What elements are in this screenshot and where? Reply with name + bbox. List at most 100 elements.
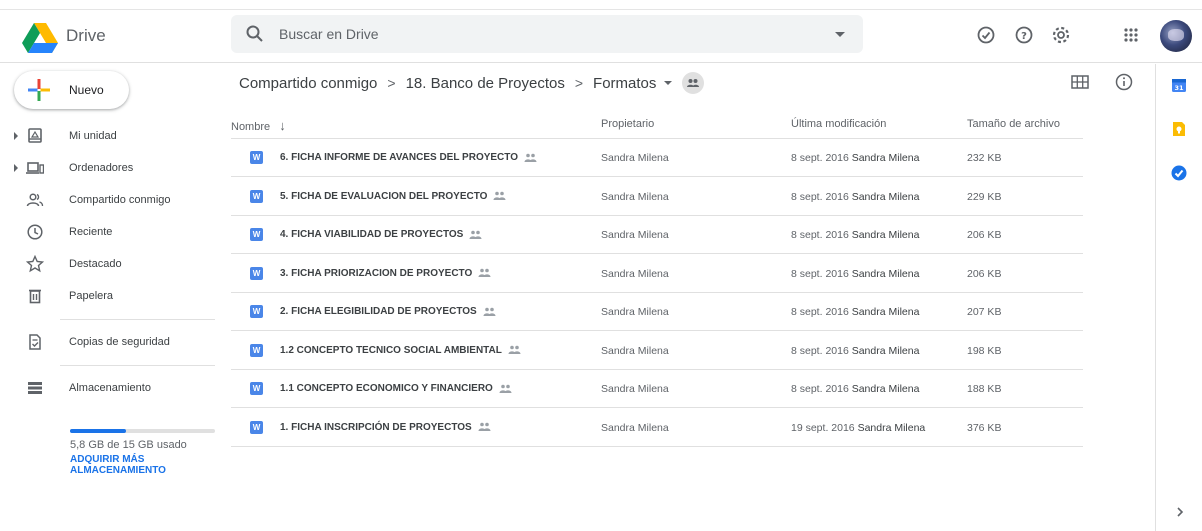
breadcrumb-item-formatos[interactable]: Formatos [593,75,656,92]
plus-icon [28,79,50,101]
modified-by: Sandra Milena [851,229,920,241]
file-size: 229 KB [967,190,1002,203]
expand-arrow-icon[interactable] [14,132,18,140]
file-modified: 8 sept. 2016 Sandra Milena [791,191,919,203]
column-header-modified[interactable]: Última modificación [791,118,886,130]
folder-menu-chevron-down-icon[interactable] [664,81,673,85]
breadcrumb-item-compartido-conmigo[interactable]: Compartido conmigo [239,75,377,92]
file-name[interactable]: 5. FICHA DE EVALUACION DEL PROYECTO [280,191,506,202]
file-size: 376 KB [967,421,1002,434]
file-size: 188 KB [967,383,1002,395]
sidebar-item-copias-de-seguridad[interactable]: Copias de seguridad [0,327,230,357]
file-size: 198 KB [967,344,1002,357]
modified-by: Sandra Milena [851,383,920,395]
file-name[interactable]: 1.1 CONCEPTO ECONOMICO Y FINANCIERO [280,383,512,394]
search-icon[interactable] [245,24,265,44]
modified-date: 19 sept. 2016 [791,421,855,434]
window-top-strip [0,0,1202,10]
file-name[interactable]: 3. FICHA PRIORIZACION DE PROYECTO [280,268,491,279]
expand-arrow-icon[interactable] [14,164,18,172]
shared-folder-people-icon[interactable] [682,72,705,94]
file-name-text: 3. FICHA PRIORIZACION DE PROYECTO [280,267,473,279]
column-header-size[interactable]: Tamaño de archivo [967,118,1060,130]
grid-view-icon[interactable] [1071,74,1089,90]
file-name[interactable]: 6. FICHA INFORME DE AVANCES DEL PROYECTO [280,152,537,163]
sidebar: Nuevo Mi unidad Ordenadores Compartido c… [0,64,230,531]
word-document-icon: W [250,151,263,164]
buy-more-storage-link[interactable]: ADQUIRIR MÁS ALMACENAMIENTO [70,454,210,476]
shared-people-icon [508,346,521,355]
sidebar-item-label: Almacenamiento [69,382,151,394]
search-bar[interactable] [231,15,863,53]
tasks-icon[interactable] [1170,164,1188,182]
table-row[interactable]: W 6. FICHA INFORME DE AVANCES DEL PROYECT… [231,139,1083,177]
app-name[interactable]: Drive [66,26,106,46]
breadcrumb-separator: > [387,75,396,91]
sidebar-item-papelera[interactable]: Papelera [0,281,230,311]
file-name-text: 1.1 CONCEPTO ECONOMICO Y FINANCIERO [280,383,493,394]
table-row[interactable]: W 1. FICHA INSCRIPCIÓN DE PROYECTOS Sandra… [231,409,1083,447]
sidebar-item-ordenadores[interactable]: Ordenadores [0,153,230,183]
file-size: 207 KB [967,306,1002,318]
file-modified: 8 sept. 2016 Sandra Milena [791,306,919,318]
calendar-icon[interactable]: 31 [1170,76,1188,94]
file-size: 232 KB [967,152,1002,164]
search-input[interactable] [279,15,819,53]
file-name[interactable]: 2. FICHA ELEGIBILIDAD DE PROYECTOS [280,306,496,317]
file-name[interactable]: 1.2 CONCEPTO TECNICO SOCIAL AMBIENTAL [280,345,521,356]
sidebar-item-destacado[interactable]: Destacado [0,249,230,279]
file-owner: Sandra Milena [601,421,669,434]
sidebar-item-reciente[interactable]: Reciente [0,217,230,247]
keep-notes-icon[interactable] [1170,120,1188,138]
modified-date: 8 sept. 2016 [791,229,849,241]
word-document-icon: W [250,228,263,241]
breadcrumb-separator: > [574,75,584,91]
table-row[interactable]: W 2. FICHA ELEGIBILIDAD DE PROYECTOS Sandr… [231,293,1083,331]
apps-grid-icon[interactable] [1120,24,1142,46]
shared-people-icon [499,384,512,393]
column-header-owner[interactable]: Propietario [601,118,654,130]
file-modified: 8 sept. 2016 Sandra Milena [791,383,919,395]
new-button[interactable]: Nuevo [14,71,129,109]
file-owner: Sandra Milena [601,344,669,357]
table-row[interactable]: W 5. FICHA DE EVALUACION DEL PROYECTO Sand… [231,178,1083,216]
table-row[interactable]: W 1.1 CONCEPTO ECONOMICO Y FINANCIERO Sand… [231,370,1083,408]
table-row[interactable]: W 3. FICHA PRIORIZACION DE PROYECTO Sandra… [231,255,1083,293]
modified-date: 8 sept. 2016 [791,152,849,164]
modified-date: 8 sept. 2016 [791,383,849,395]
sidebar-item-almacenamiento[interactable]: Almacenamiento [0,373,230,403]
file-name[interactable]: 1. FICHA INSCRIPCIÓN DE PROYECTOS [280,422,491,433]
sidebar-item-mi-unidad[interactable]: Mi unidad [0,121,230,151]
sort-arrow-down-icon[interactable]: ↓ [279,118,286,133]
help-icon[interactable]: ? [1013,24,1035,46]
sidebar-item-label: Mi unidad [69,130,117,142]
modified-by: Sandra Milena [851,344,920,357]
column-header-name[interactable]: Nombre ↓ [231,118,286,133]
sidebar-item-label: Papelera [69,290,114,302]
storage-usage-fill [70,429,127,433]
sidebar-divider [60,319,215,320]
table-row[interactable]: W 4. FICHA VIABILIDAD DE PROYECTOS Sandra … [231,216,1083,254]
main-content: Compartido conmigo > 18. Banco de Proyec… [231,64,1155,531]
search-options-chevron-down-icon[interactable] [835,32,845,37]
new-button-label: Nuevo [69,83,104,97]
file-owner: Sandra Milena [601,267,669,280]
file-name-text: 2. FICHA ELEGIBILIDAD DE PROYECTOS [280,306,477,317]
info-icon[interactable] [1114,72,1134,92]
file-name[interactable]: 4. FICHA VIABILIDAD DE PROYECTOS [280,229,482,240]
sidebar-item-label: Ordenadores [69,162,134,174]
file-modified: 8 sept. 2016 Sandra Milena [791,345,919,357]
expand-panel-chevron-right-icon[interactable] [1174,506,1186,518]
google-drive-logo-icon[interactable] [22,23,58,53]
storage-usage-bar [70,429,215,433]
account-avatar[interactable] [1160,20,1192,52]
storage-usage-text: 5,8 GB de 15 GB usado [70,439,187,451]
top-header: Drive ? [0,11,1202,63]
file-name-text: 6. FICHA INFORME DE AVANCES DEL PROYECTO [280,152,518,163]
sidebar-item-compartido-conmigo[interactable]: Compartido conmigo [0,185,230,215]
breadcrumb-item-banco-de-proyectos[interactable]: 18. Banco de Proyectos [406,75,565,92]
settings-gear-icon[interactable] [1050,24,1072,46]
drive-folder-icon [28,128,42,143]
table-row[interactable]: W 1.2 CONCEPTO TECNICO SOCIAL AMBIENTAL Sa… [231,332,1083,370]
offline-check-icon[interactable] [975,24,997,46]
